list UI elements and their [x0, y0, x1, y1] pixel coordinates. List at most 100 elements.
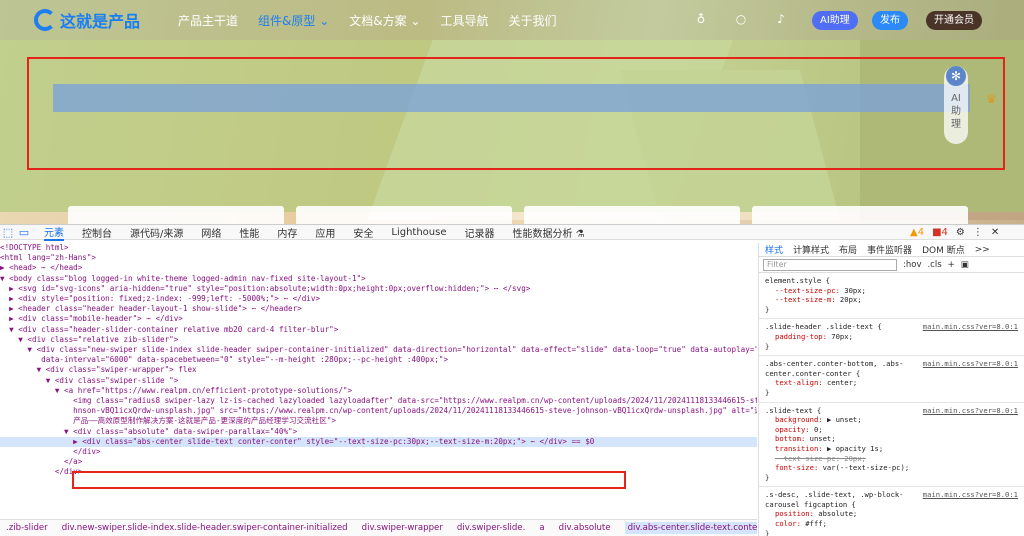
dom-node-line[interactable]: ▶ <div class="abs-center slide-text cont…: [0, 436, 757, 448]
css-property[interactable]: bottom: unset;: [765, 434, 1018, 444]
dom-node-line[interactable]: ▼ <a href="https://www.realpm.cn/efficie…: [0, 386, 757, 396]
gear-icon[interactable]: ⚙: [956, 227, 965, 238]
add-rule-icon[interactable]: +: [948, 260, 955, 270]
feature-card[interactable]: [68, 206, 284, 224]
dom-node-line[interactable]: <html lang="zh-Hans">: [0, 253, 757, 263]
rule-source-link[interactable]: main.min.css?ver=8.0:1: [923, 322, 1018, 332]
feature-card[interactable]: [752, 206, 968, 224]
close-icon[interactable]: ✕: [991, 227, 999, 238]
device-toggle-icon[interactable]: ▭: [16, 226, 32, 239]
nav-item-tools[interactable]: 工具导航: [440, 12, 488, 29]
tab-application[interactable]: 应用: [315, 225, 335, 240]
dom-node-line[interactable]: <img class="radius8 swiper-lazy lz-is-ca…: [0, 396, 757, 406]
search-icon[interactable]: ○: [734, 12, 748, 26]
cls-toggle[interactable]: .cls: [927, 260, 941, 270]
dom-node-line[interactable]: ▶ <svg id="svg-icons" aria-hidden="true"…: [0, 284, 757, 294]
style-rule: main.min.css?ver=8.0:1 .s-desc, .slide-te…: [759, 487, 1024, 536]
dom-node-line[interactable]: <!DOCTYPE html>: [0, 243, 757, 253]
computed-toggle-icon[interactable]: ▣: [961, 260, 969, 270]
nav-item-docs[interactable]: 文档&方案 ⌄: [349, 12, 420, 29]
rule-selector[interactable]: element.style {: [765, 276, 830, 285]
css-property[interactable]: opacity: 0;: [765, 425, 1018, 435]
filter-input[interactable]: Filter: [763, 258, 897, 271]
tab-dom-breakpoints[interactable]: DOM 断点: [922, 243, 965, 256]
dom-node-line[interactable]: </a>: [0, 457, 757, 467]
tab-performance[interactable]: 性能: [239, 225, 259, 240]
dom-node-line[interactable]: ▼ <div class="relative zib-slider">: [0, 335, 757, 345]
dom-node-line[interactable]: ▶ <div style="position: fixed;z-index: -…: [0, 294, 757, 304]
nav-item-components[interactable]: 组件&原型 ⌄: [258, 12, 329, 29]
dom-node-line[interactable]: hnson-vBQ1icxQrdw-unsplash.jpg" src="htt…: [0, 406, 757, 416]
site-logo[interactable]: 这就是产品: [34, 8, 140, 32]
tab-event-listeners[interactable]: 事件监听器: [867, 243, 912, 256]
dom-node-line[interactable]: data-interval="6000" data-spacebetween="…: [0, 355, 757, 365]
tab-lighthouse[interactable]: Lighthouse: [391, 227, 446, 238]
rule-selector[interactable]: .slide-text {: [765, 406, 821, 415]
css-property[interactable]: transition: ▶ opacity 1s;: [765, 444, 1018, 454]
nav-item-about[interactable]: 关于我们: [509, 12, 557, 29]
css-property[interactable]: text-align: center;: [765, 378, 1018, 388]
nav-item-product[interactable]: 产品主干道: [178, 12, 238, 29]
breadcrumb-item[interactable]: div.new-swiper.slide-index.slide-header.…: [62, 523, 348, 533]
hov-toggle[interactable]: :hov: [903, 260, 921, 270]
tab-recorder[interactable]: 记录器: [465, 225, 495, 240]
breadcrumb-item-current[interactable]: div.abs-center.slide-text.conter-conter: [624, 522, 757, 534]
tab-elements[interactable]: 元素: [44, 224, 64, 241]
dom-node-line[interactable]: ▶ <div class="mobile-header"> ⋯ </div>: [0, 314, 757, 324]
tab-console[interactable]: 控制台: [82, 225, 112, 240]
dom-node-line[interactable]: ▼ <div class="swiper-wrapper"> flex: [0, 365, 757, 375]
breadcrumb-item[interactable]: a: [539, 523, 544, 533]
css-property[interactable]: padding-top: 70px;: [765, 332, 1018, 342]
rule-selector[interactable]: .abs-center.conter-bottom, .abs-center.c…: [765, 359, 903, 378]
dom-node-line[interactable]: ▶ <head> ⋯ </head>: [0, 263, 757, 273]
dom-node-line[interactable]: ▼ <div class="header-slider-container re…: [0, 325, 757, 335]
bell-icon[interactable]: ♪: [774, 12, 788, 26]
website-viewport: 这就是产品 产品主干道 组件&原型 ⌄ 文档&方案 ⌄ 工具导航 关于我们 ♁ …: [0, 0, 1024, 224]
dom-node-line[interactable]: 产品——高效原型制作解决方案-这就是产品-更深度的产品经理学习交流社区">: [0, 416, 757, 426]
dom-node-line[interactable]: ▼ <div class="swiper-slide ">: [0, 376, 757, 386]
inspect-icon[interactable]: ⬚: [0, 226, 16, 239]
tab-security[interactable]: 安全: [353, 225, 373, 240]
css-property[interactable]: font-size: var(--text-size-pc);: [765, 463, 1018, 473]
publish-button[interactable]: 发布: [872, 11, 908, 30]
tab-layout[interactable]: 布局: [839, 243, 857, 256]
tab-performance-insights[interactable]: 性能数据分析 ⚗: [513, 225, 585, 240]
tab-computed[interactable]: 计算样式: [793, 243, 829, 256]
tab-more[interactable]: >>: [975, 245, 990, 255]
breadcrumb-item[interactable]: .zib-slider: [6, 523, 48, 533]
rule-source-link[interactable]: main.min.css?ver=8.0:1: [923, 490, 1018, 500]
css-property[interactable]: --text-size-pc: 20px;: [765, 454, 1018, 464]
tab-styles[interactable]: 样式: [765, 243, 783, 256]
feature-card[interactable]: [296, 206, 512, 224]
tab-sources[interactable]: 源代码/来源: [130, 225, 183, 240]
more-icon[interactable]: ⋮: [973, 227, 983, 238]
rule-selector[interactable]: .s-desc, .slide-text, .wp-block-carousel…: [765, 490, 903, 509]
tab-network[interactable]: 网络: [201, 225, 221, 240]
rule-source-link[interactable]: main.min.css?ver=8.0:1: [923, 359, 1018, 369]
css-property[interactable]: position: absolute;: [765, 509, 1018, 519]
vip-button[interactable]: 开通会员: [926, 11, 982, 30]
css-property[interactable]: --text-size-m: 20px;: [765, 295, 1018, 305]
css-property[interactable]: color: #fff;: [765, 519, 1018, 529]
dom-node-line[interactable]: ▼ <div class="new-swiper slide-index sli…: [0, 345, 757, 355]
css-property[interactable]: --text-size-pc: 30px;: [765, 286, 1018, 296]
devtools-controls: ▲4 ■4 ⚙ ⋮ ✕: [910, 225, 999, 240]
breadcrumb-item[interactable]: div.swiper-slide.: [457, 523, 525, 533]
feature-card[interactable]: [524, 206, 740, 224]
dom-node-line[interactable]: </div>: [0, 447, 757, 457]
rule-source-link[interactable]: main.min.css?ver=8.0:1: [923, 406, 1018, 416]
warning-count[interactable]: ▲4: [910, 227, 924, 238]
dom-node-line[interactable]: ▼ <body class="blog logged-in white-them…: [0, 274, 757, 284]
style-rule: main.min.css?ver=8.0:1 .slide-header .sli…: [759, 319, 1024, 357]
ai-assistant-button[interactable]: AI助理: [812, 11, 858, 30]
error-count[interactable]: ■4: [932, 227, 948, 238]
css-property[interactable]: background: ▶ unset;: [765, 415, 1018, 425]
lightbulb-icon[interactable]: ♁: [694, 12, 708, 26]
crown-icon[interactable]: ♛: [986, 92, 997, 106]
breadcrumb-item[interactable]: div.absolute: [559, 523, 611, 533]
dom-node-line[interactable]: ▼ <div class="absolute" data-swiper-para…: [0, 427, 757, 437]
dom-node-line[interactable]: ▶ <header class="header header-layout-1 …: [0, 304, 757, 314]
breadcrumb-item[interactable]: div.swiper-wrapper: [362, 523, 443, 533]
tab-memory[interactable]: 内存: [277, 225, 297, 240]
rule-selector[interactable]: .slide-header .slide-text {: [765, 322, 882, 331]
